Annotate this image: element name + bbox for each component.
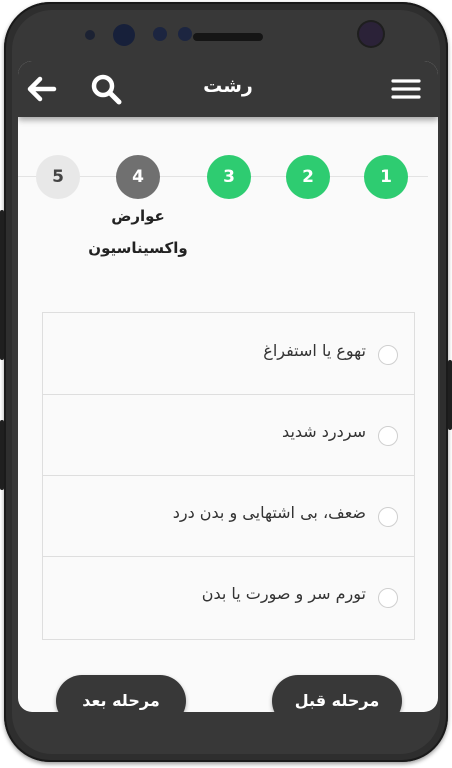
option-label: سردرد شدید: [282, 422, 366, 441]
option-item[interactable]: ضعف، بی اشتهایی و بدن درد: [43, 475, 414, 557]
phone-speaker: [193, 33, 263, 41]
active-step-label: عوارض واکسیناسیون: [78, 200, 198, 264]
option-label: تهوع یا استفراغ: [263, 341, 366, 360]
option-item[interactable]: تورم سر و صورت یا بدن: [43, 556, 414, 637]
phone-side-button: [448, 360, 452, 430]
option-item[interactable]: تهوع یا استفراغ: [43, 313, 414, 395]
page-title: رشت: [203, 75, 253, 97]
active-step-label-line1: عوارض: [111, 207, 165, 225]
sensor-dot: [178, 27, 192, 41]
step-5: 5: [36, 155, 80, 199]
option-label: تورم سر و صورت یا بدن: [201, 584, 366, 603]
proximity-sensor-icon: [359, 22, 383, 46]
step-4: 4: [116, 155, 160, 199]
front-camera-icon: [113, 24, 135, 46]
radio-button[interactable]: [378, 507, 398, 527]
phone-side-button: [0, 420, 4, 490]
option-item[interactable]: سردرد شدید: [43, 394, 414, 476]
sensor-dot: [85, 30, 95, 40]
sensor-dot: [153, 27, 167, 41]
symptom-options-list: تهوع یا استفراغ سردرد شدید ضعف، بی اشتها…: [42, 312, 415, 640]
radio-button[interactable]: [378, 426, 398, 446]
active-step-label-line2: واکسیناسیون: [88, 239, 188, 257]
step-2: 2: [286, 155, 330, 199]
step-1: 1: [364, 155, 408, 199]
radio-button[interactable]: [378, 345, 398, 365]
phone-side-button: [0, 210, 4, 360]
hamburger-menu-icon[interactable]: [390, 73, 422, 105]
radio-button[interactable]: [378, 588, 398, 608]
next-step-button[interactable]: مرحله بعد: [56, 675, 186, 712]
step-3: 3: [207, 155, 251, 199]
app-bar: رشت: [18, 61, 438, 117]
prev-step-button[interactable]: مرحله قبل: [272, 675, 402, 712]
option-label: ضعف، بی اشتهایی و بدن درد: [172, 503, 366, 522]
